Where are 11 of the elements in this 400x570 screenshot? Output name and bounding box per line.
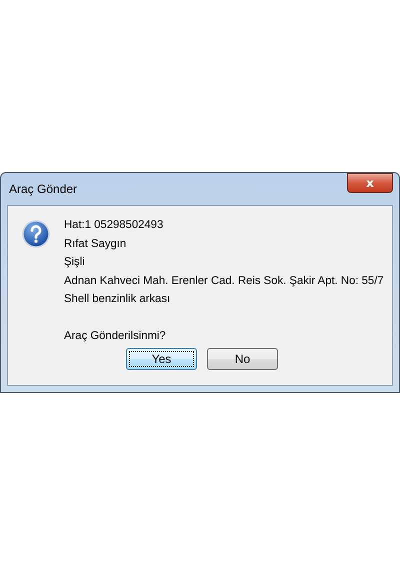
close-button[interactable]: x [347,173,393,193]
message-line: Rıfat Saygın [64,236,128,252]
question-icon [22,220,50,248]
dialog-button[interactable]: No [207,348,278,370]
question-text: Araç Gönderilsinmi? [64,328,167,344]
message-line: Shell benzinlik arkası [64,292,172,307]
message-line: Hat:1 05298502493 [64,218,164,233]
window-title: Araç Gönder [8,182,78,196]
dialog-button[interactable]: Yes [126,348,197,370]
message-line: Adnan Kahveci Mah. Erenler Cad. Reis Sok. Şakir Apt. No: 55/7 [64,274,384,288]
message-line: Şişli [64,255,86,270]
